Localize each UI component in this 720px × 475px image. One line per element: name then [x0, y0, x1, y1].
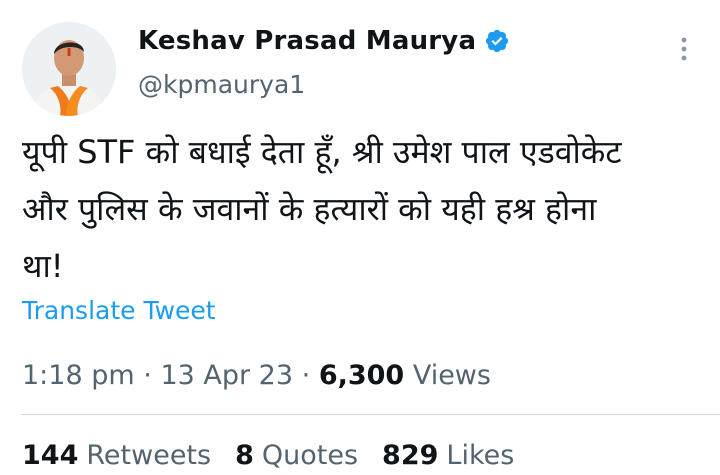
meta-separator: · [143, 360, 152, 391]
likes-count: 829 [382, 440, 439, 471]
tweet-text-line: था! [22, 247, 64, 285]
views-count: 6,300 [318, 360, 405, 391]
tweet-text: यूपी STF को बधाई देता हूँ, श्री उमेश पाल… [22, 124, 702, 295]
author-name[interactable]: Keshav Prasad Maurya [138, 26, 476, 56]
translate-tweet-link[interactable]: Translate Tweet [22, 296, 216, 325]
retweets-stat[interactable]: 144 Retweets [22, 440, 211, 471]
tweet-text-line: और पुलिस के जवानों के हत्यारों को यही हश… [22, 190, 597, 228]
verified-badge-icon [484, 28, 510, 54]
avatar-image [22, 22, 116, 116]
divider [22, 414, 720, 415]
quotes-count: 8 [235, 440, 254, 471]
tweet-stats: 144 Retweets 8 Quotes 829 Likes [22, 440, 514, 471]
author-handle[interactable]: @kpmaurya1 [138, 70, 305, 99]
tweet-meta: 1:18 pm · 13 Apr 23 · 6,300 Views [22, 360, 491, 391]
more-options-icon[interactable] [676, 34, 692, 64]
quotes-stat[interactable]: 8 Quotes [235, 440, 358, 471]
tweet-time[interactable]: 1:18 pm [22, 360, 135, 391]
tweet-card: Keshav Prasad Maurya @kpmaurya1 यूपी STF… [0, 0, 720, 475]
retweets-label: Retweets [86, 440, 212, 471]
quotes-label: Quotes [261, 440, 359, 471]
tweet-date[interactable]: 13 Apr 23 [160, 360, 293, 391]
tweet-text-line: यूपी STF को बधाई देता हूँ, श्री उमेश पाल… [22, 133, 622, 171]
retweets-count: 144 [22, 440, 79, 471]
author-name-row: Keshav Prasad Maurya [138, 26, 510, 56]
views-label: Views [412, 360, 491, 391]
avatar[interactable] [22, 22, 116, 116]
meta-separator: · [301, 360, 311, 391]
likes-label: Likes [446, 440, 515, 471]
likes-stat[interactable]: 829 Likes [382, 440, 514, 471]
